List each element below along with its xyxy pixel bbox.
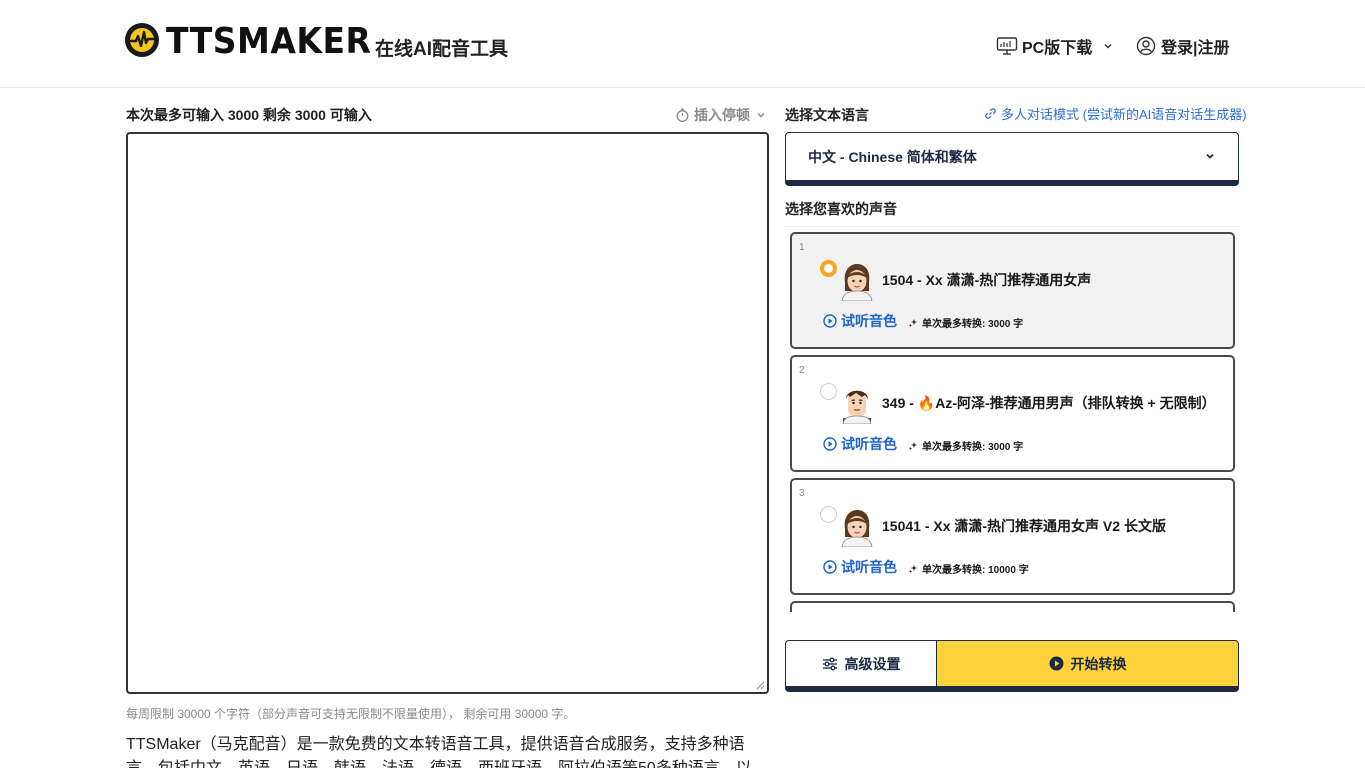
voice-card-partial[interactable] (790, 601, 1235, 612)
voice-card[interactable]: 1 1504 - Xx 潇潇-热门推荐通用女声 试听音色 单次最多转换: 300… (790, 232, 1235, 349)
voice-list[interactable]: 1 1504 - Xx 潇潇-热门推荐通用女声 试听音色 单次最多转换: 300… (785, 229, 1239, 612)
login-register-link[interactable]: 登录|注册 (1136, 34, 1229, 58)
multi-speaker-label: 多人对话模式 (尝试新的AI语音对话生成器) (1001, 107, 1247, 122)
divider (785, 226, 1239, 227)
text-input-value (128, 134, 767, 154)
chevron-down-icon (1206, 153, 1214, 159)
voice-name: 15041 - Xx 潇潇-热门推荐通用女声 V2 长文版 (882, 518, 1166, 534)
listen-label: 试听音色 (841, 436, 897, 452)
multi-speaker-link[interactable]: 多人对话模式 (尝试新的AI语音对话生成器) (985, 104, 1247, 123)
weekly-limit-note: 每周限制 30000 个字符（部分声音可支持无限制不限量使用）， 剩余可用 30… (126, 707, 576, 721)
language-select[interactable]: 中文 - Chinese 简体和繁体 (785, 132, 1239, 186)
voice-radio[interactable] (820, 506, 837, 523)
voice-index: 2 (799, 365, 805, 376)
top-header: TTSMAKER 在线AI配音工具 PC版下载 登录|注册 (0, 0, 1365, 88)
language-selected-value: 中文 - Chinese 简体和繁体 (808, 148, 977, 165)
voice-index: 1 (799, 242, 805, 253)
play-circle-icon (823, 560, 837, 574)
voice-name: 1504 - Xx 潇潇-热门推荐通用女声 (882, 272, 1092, 288)
sliders-icon (822, 657, 837, 670)
waveform-logo-icon (125, 23, 159, 57)
max-convert-info: 单次最多转换: 3000 字 (908, 315, 1023, 330)
language-label: 选择文本语言 (785, 107, 869, 123)
max-convert-label: 单次最多转换: 3000 字 (922, 442, 1024, 453)
link-icon (985, 108, 996, 119)
start-convert-button[interactable]: 开始转换 (936, 640, 1239, 692)
play-circle-icon (823, 437, 837, 451)
voice-card[interactable]: 2 349 - 🔥Az-阿泽-推荐通用男声（排队转换 + 无限制） 试听音色 单… (790, 355, 1235, 472)
female-avatar-icon (841, 264, 873, 301)
play-circle-icon (823, 314, 837, 328)
female-avatar-icon (841, 510, 873, 547)
max-convert-info: 单次最多转换: 10000 字 (908, 561, 1029, 576)
ttsmaker-logo[interactable]: TTSMAKER (125, 18, 372, 62)
desktop-icon (996, 37, 1018, 55)
listen-button[interactable]: 试听音色 (823, 557, 897, 577)
max-convert-info: 单次最多转换: 3000 字 (908, 438, 1023, 453)
resize-handle-icon[interactable] (755, 680, 765, 690)
pc-download-menu[interactable]: PC版下载 (996, 34, 1114, 58)
timer-icon (676, 108, 689, 122)
pc-download-label: PC版下载 (1022, 40, 1093, 57)
voice-card[interactable]: 3 15041 - Xx 潇潇-热门推荐通用女声 V2 长文版 试听音色 单次最… (790, 478, 1235, 595)
user-icon (1136, 36, 1156, 56)
play-circle-icon (1049, 656, 1063, 671)
text-input-area[interactable] (126, 132, 769, 694)
male-avatar-icon (842, 390, 872, 424)
listen-label: 试听音色 (841, 559, 897, 575)
site-tagline: 在线AI配音工具 (375, 39, 509, 60)
login-label: 登录|注册 (1161, 40, 1230, 57)
listen-button[interactable]: 试听音色 (823, 311, 897, 331)
chevron-down-icon (757, 113, 765, 118)
advanced-settings-button[interactable]: 高级设置 (785, 640, 937, 692)
logo-wordmark: TTSMAKER (166, 18, 372, 62)
voice-index: 3 (799, 488, 805, 499)
max-convert-label: 单次最多转换: 3000 字 (922, 319, 1024, 330)
voice-name: 349 - 🔥Az-阿泽-推荐通用男声（排队转换 + 无限制） (882, 395, 1216, 411)
listen-button[interactable]: 试听音色 (823, 434, 897, 454)
max-convert-label: 单次最多转换: 10000 字 (922, 565, 1029, 576)
intro-paragraph: TTSMaker（马克配音）是一款免费的文本转语音工具，提供语音合成服务，支持多… (126, 736, 752, 768)
sparkle-icon (909, 564, 917, 573)
chevron-down-icon (1104, 43, 1112, 49)
insert-pause-dropdown[interactable]: 插入停顿 (676, 105, 766, 125)
insert-pause-label: 插入停顿 (694, 107, 750, 123)
sparkle-icon (909, 318, 917, 327)
advanced-settings-label: 高级设置 (844, 655, 901, 672)
voice-radio[interactable] (820, 383, 837, 400)
voice-radio[interactable] (820, 260, 837, 277)
start-convert-label: 开始转换 (1070, 655, 1127, 672)
sparkle-icon (909, 441, 917, 450)
char-limit-text: 本次最多可输入 3000 剩余 3000 可输入 (126, 107, 372, 123)
voice-label: 选择您喜欢的声音 (785, 201, 897, 217)
listen-label: 试听音色 (841, 313, 897, 329)
